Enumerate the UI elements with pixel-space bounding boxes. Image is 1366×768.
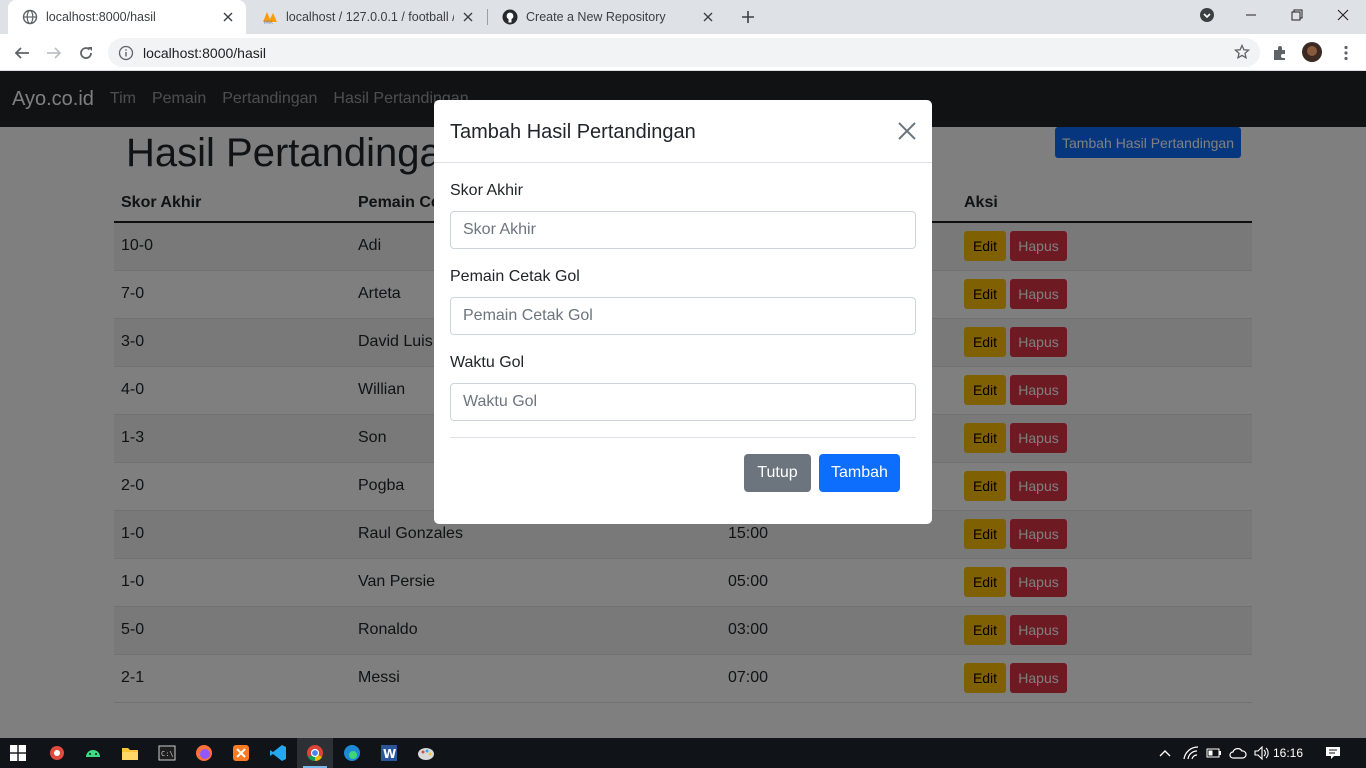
github-icon — [502, 9, 518, 25]
android-icon[interactable] — [75, 738, 111, 768]
forward-arrow-icon[interactable] — [41, 40, 67, 66]
bookmark-star-icon[interactable] — [1234, 44, 1250, 60]
wifi-icon[interactable] — [1182, 738, 1200, 768]
address-bar[interactable]: localhost:8000/hasil — [108, 38, 1260, 67]
web-page: Ayo.co.id Tim Pemain Pertandingan Hasil … — [0, 71, 1366, 738]
windows-taskbar: C:\ W 16:16 — [0, 738, 1366, 768]
extensions-puzzle-icon[interactable] — [1267, 40, 1293, 66]
pemain-cetak-gol-label: Pemain Cetak Gol — [450, 268, 580, 285]
waktu-gol-label: Waktu Gol — [450, 354, 525, 371]
terminal-icon[interactable]: C:\ — [149, 738, 185, 768]
new-tab-icon[interactable] — [736, 5, 760, 29]
waktu-gol-input[interactable] — [450, 383, 916, 421]
skor-akhir-label: Skor Akhir — [450, 182, 523, 199]
close-modal-button[interactable]: Tutup — [744, 454, 811, 492]
browser-tab-github[interactable]: Create a New Repository — [488, 0, 726, 34]
close-window-icon[interactable] — [1320, 0, 1366, 30]
tab-close-icon[interactable] — [460, 9, 476, 25]
url-text: localhost:8000/hasil — [143, 44, 266, 61]
phpmyadmin-icon: PMA — [263, 12, 277, 25]
paint-icon[interactable] — [408, 738, 444, 768]
tab-title: localhost:8000/hasil — [46, 10, 156, 24]
chrome-icon[interactable] — [297, 738, 333, 768]
svg-text:PMA: PMA — [264, 20, 273, 25]
tab-search-icon[interactable] — [1184, 0, 1230, 30]
xampp-icon[interactable] — [223, 738, 259, 768]
modal-title: Tambah Hasil Pertandingan — [450, 121, 696, 143]
close-icon[interactable] — [897, 121, 917, 141]
globe-icon — [22, 9, 38, 25]
info-icon[interactable] — [118, 45, 134, 61]
svg-text:W: W — [383, 747, 396, 761]
browser-menu-icon[interactable] — [1333, 40, 1359, 66]
weather-icon[interactable] — [1228, 738, 1248, 768]
reload-icon[interactable] — [73, 40, 99, 66]
tab-title: localhost / 127.0.0.1 / football / h — [286, 10, 454, 24]
restore-icon[interactable] — [1274, 0, 1320, 30]
skor-akhir-input[interactable] — [450, 211, 916, 249]
edge-icon[interactable] — [334, 738, 370, 768]
volume-icon[interactable] — [1252, 738, 1272, 768]
modal-divider — [450, 437, 916, 438]
battery-icon[interactable] — [1205, 738, 1223, 768]
minimize-icon[interactable] — [1228, 0, 1274, 30]
submit-button[interactable]: Tambah — [819, 454, 900, 492]
taskbar-clock[interactable]: 16:16 — [1273, 746, 1303, 760]
back-arrow-icon[interactable] — [9, 40, 35, 66]
profile-avatar[interactable] — [1302, 42, 1322, 62]
tray-chevron-up-icon[interactable] — [1157, 738, 1173, 768]
file-explorer-icon[interactable] — [112, 738, 148, 768]
browser-tabstrip: localhost:8000/hasil PMA localhost / 127… — [0, 0, 1366, 34]
modal-header: Tambah Hasil Pertandingan — [434, 100, 932, 163]
tab-title: Create a New Repository — [526, 10, 666, 24]
pemain-cetak-gol-input[interactable] — [450, 297, 916, 335]
svg-text:C:\: C:\ — [161, 750, 174, 758]
firefox-icon[interactable] — [186, 738, 222, 768]
snipping-icon[interactable] — [39, 738, 75, 768]
tab-close-icon[interactable] — [220, 9, 236, 25]
tab-close-icon[interactable] — [700, 9, 716, 25]
notifications-icon[interactable] — [1318, 738, 1348, 768]
vscode-icon[interactable] — [260, 738, 296, 768]
browser-toolbar: localhost:8000/hasil — [0, 34, 1366, 71]
start-icon[interactable] — [0, 738, 36, 768]
word-icon[interactable]: W — [371, 738, 407, 768]
browser-tab-hasil[interactable]: localhost:8000/hasil — [8, 0, 246, 34]
browser-tab-phpmyadmin[interactable]: PMA localhost / 127.0.0.1 / football / h — [248, 0, 486, 34]
add-result-modal: Tambah Hasil Pertandingan Skor Akhir Pem… — [434, 100, 932, 524]
